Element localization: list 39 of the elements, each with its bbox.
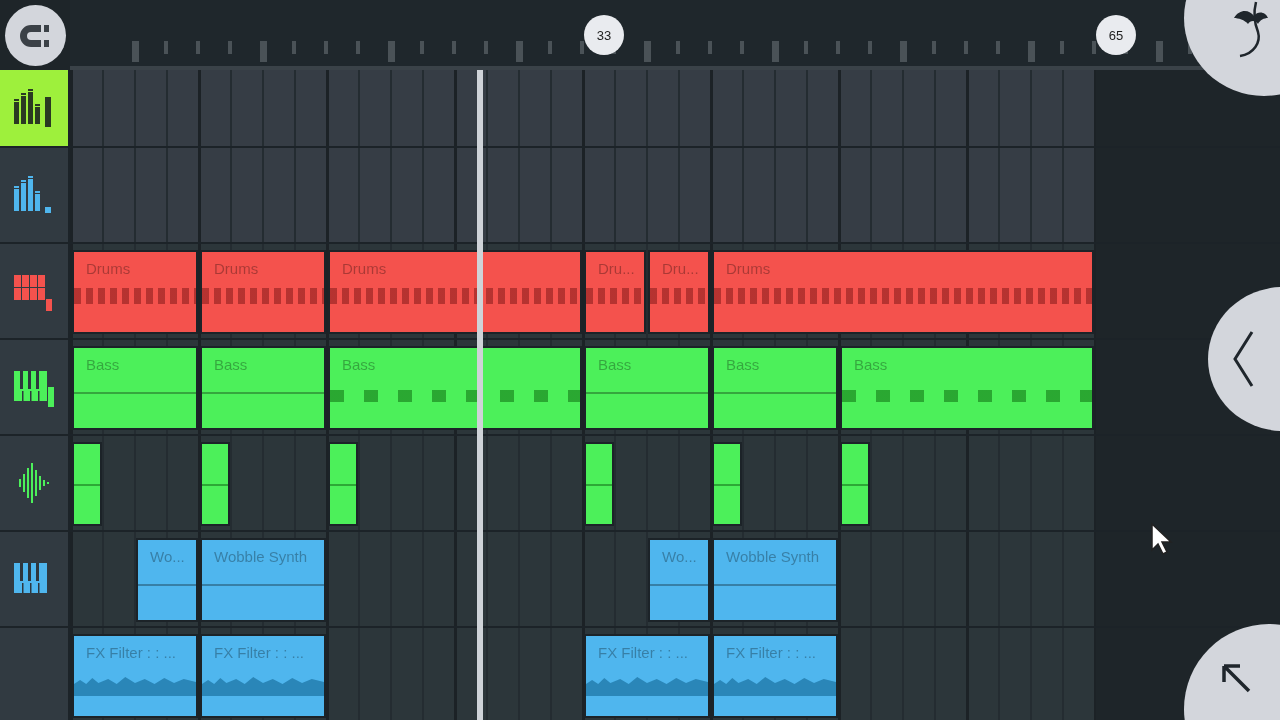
- pattern-clip[interactable]: Bass: [712, 346, 838, 430]
- track-header[interactable]: [0, 436, 70, 530]
- pattern-clip[interactable]: [200, 442, 230, 526]
- arrow-up-left-icon: [1220, 662, 1252, 694]
- track-header[interactable]: [0, 70, 70, 146]
- pattern-clip[interactable]: [584, 442, 614, 526]
- pattern-clip[interactable]: Bass: [328, 346, 582, 430]
- pattern-clip[interactable]: FX Filter : : ...: [200, 634, 326, 718]
- pattern-clip[interactable]: [328, 442, 358, 526]
- pattern-clip[interactable]: Bass: [200, 346, 326, 430]
- pattern-clip[interactable]: [712, 442, 742, 526]
- pattern-clip[interactable]: Drums: [712, 250, 1094, 334]
- pattern-clip[interactable]: Wobble Synth: [200, 538, 326, 622]
- pattern-clip[interactable]: Bass: [72, 346, 198, 430]
- pattern-clip[interactable]: [72, 442, 102, 526]
- bar-marker[interactable]: 65: [1096, 15, 1136, 55]
- pattern-clip[interactable]: Dru...: [648, 250, 710, 334]
- pattern-clip[interactable]: [840, 442, 870, 526]
- mixer-icon: [14, 88, 54, 128]
- pattern-clip[interactable]: Dru...: [584, 250, 646, 334]
- track-header[interactable]: [0, 628, 70, 720]
- bar-marker[interactable]: 33: [584, 15, 624, 55]
- track-header[interactable]: [0, 244, 70, 338]
- pattern-clip[interactable]: Wo...: [648, 538, 710, 622]
- pattern-clip[interactable]: Bass: [840, 346, 1094, 430]
- track-header[interactable]: [0, 148, 70, 242]
- pattern-clip[interactable]: Drums: [328, 250, 582, 334]
- chevron-left-icon: [1232, 330, 1254, 388]
- pattern-clip[interactable]: Wo...: [136, 538, 198, 622]
- pattern-clip[interactable]: FX Filter : : ...: [72, 634, 198, 718]
- pattern-clip[interactable]: Drums: [72, 250, 198, 334]
- pattern-clip[interactable]: FX Filter : : ...: [584, 634, 710, 718]
- snap-button[interactable]: [5, 5, 66, 66]
- pattern-clip[interactable]: FX Filter : : ...: [712, 634, 838, 718]
- pattern-clip[interactable]: Wobble Synth: [712, 538, 838, 622]
- pattern-clip[interactable]: Bass: [584, 346, 710, 430]
- track-header[interactable]: [0, 532, 70, 626]
- track-header[interactable]: [0, 340, 70, 434]
- pattern-clip[interactable]: Drums: [200, 250, 326, 334]
